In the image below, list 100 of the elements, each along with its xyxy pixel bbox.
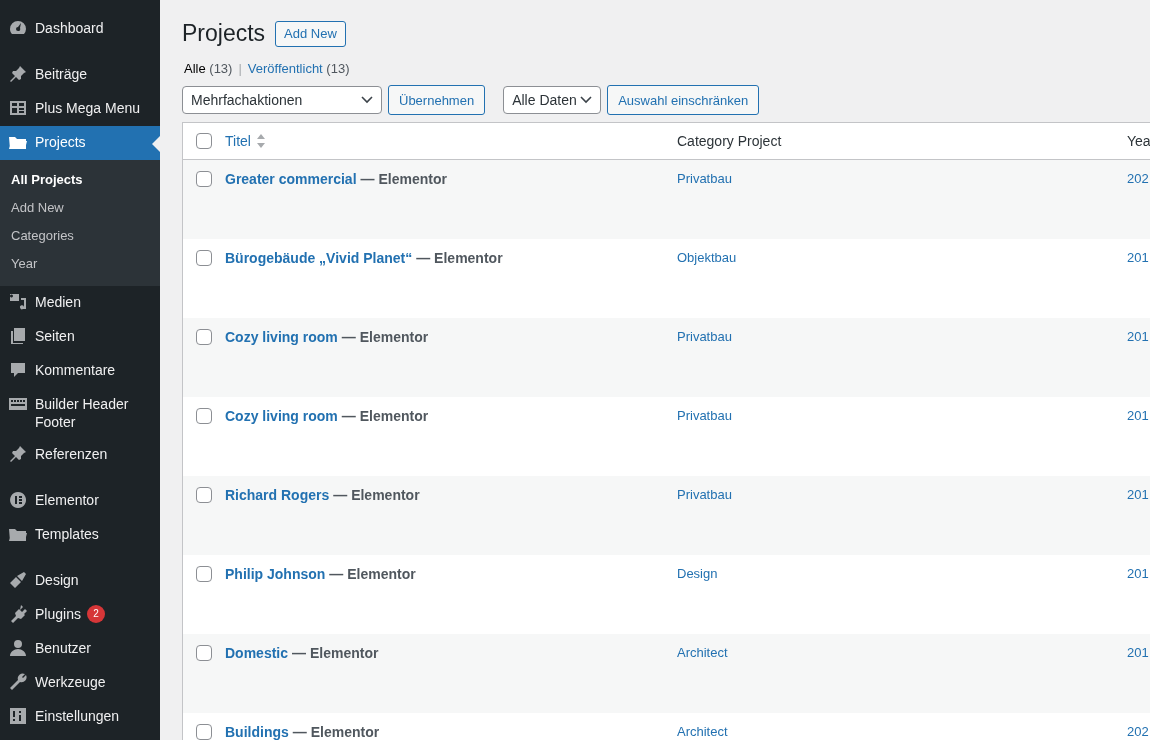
grid-icon [8,98,28,118]
select-all-checkbox[interactable] [196,133,212,149]
year-link[interactable]: 202 [1127,171,1149,186]
sidebar-label: Projects [35,133,86,151]
year-link[interactable]: 201 [1127,250,1149,265]
post-state-label: — Elementor [341,329,429,345]
row-checkbox[interactable] [196,171,212,187]
row-checkbox[interactable] [196,487,212,503]
submenu-item[interactable]: Add New [0,194,160,222]
row-checkbox[interactable] [196,250,212,266]
sidebar-item[interactable]: Werkzeuge [0,666,160,700]
post-state-label: — Elementor [292,645,379,661]
post-state-label: — Elementor [416,250,503,266]
sidebar-item[interactable]: Medien [0,286,160,320]
project-title-link[interactable]: Richard Rogers [225,487,330,503]
row-checkbox[interactable] [196,724,212,740]
sidebar-item[interactable]: Benutzer [0,632,160,666]
year-link[interactable]: 201 [1127,566,1149,581]
sidebar-item[interactable]: Seiten [0,320,160,354]
submenu-item[interactable]: Categories [0,222,160,250]
category-link[interactable]: Architect [677,645,728,660]
pin-icon [8,64,28,84]
sidebar-label: Plugins [35,605,81,623]
year-link[interactable]: 202 [1127,724,1149,739]
sidebar-label: Templates [35,525,99,543]
project-title-link[interactable]: Domestic [225,645,289,661]
sidebar-label: Elementor [35,491,99,509]
category-link[interactable]: Design [677,566,718,581]
post-state-label: — Elementor [360,171,447,187]
year-link[interactable]: 201 [1127,408,1149,423]
post-state-label: — Elementor [341,408,429,424]
sort-icon [255,133,266,149]
project-title-link[interactable]: Cozy living room [225,329,338,345]
row-checkbox[interactable] [196,329,212,345]
submenu-item[interactable]: Year [0,250,160,278]
category-link[interactable]: Privatbau [677,487,732,502]
sidebar-item[interactable]: Plus Mega Menu [0,92,160,126]
filter-view-link[interactable]: Veröffentlicht (13) [247,61,350,76]
pin-icon [8,444,28,464]
view-separator: | [238,61,242,76]
chevron-down-icon [580,96,593,104]
year-link[interactable]: 201 [1127,487,1149,502]
project-title-link[interactable]: Bürogebäude „Vivid Planet“ [225,250,413,266]
column-header: Category Project [677,133,782,149]
comment-icon [8,360,28,380]
sidebar-label: Dashboard [35,19,104,37]
project-title-link[interactable]: Buildings [225,724,289,740]
post-state-label: — Elementor [292,724,380,740]
bulk-actions-select[interactable]: Mehrfachaktionen [182,86,382,114]
sidebar-item[interactable]: Beiträge [0,58,160,92]
sidebar-label: Plus Mega Menu [35,99,141,117]
sidebar-item[interactable]: Builder Header Footer [0,388,160,438]
project-title-link[interactable]: Cozy living room [225,408,338,424]
sidebar-label: Einstellungen [35,707,120,725]
submenu-item[interactable]: All Projects [0,166,160,194]
column-header[interactable]: Titel [225,133,251,149]
filter-view-link[interactable]: Alle (13) [184,61,233,76]
page-title: Projects [182,20,266,47]
sidebar-item[interactable]: Dashboard [0,12,160,46]
category-link[interactable]: Architect [677,724,728,739]
category-link[interactable]: Privatbau [677,171,732,186]
sidebar-label: Medien [35,293,81,311]
sidebar-item[interactable]: Design [0,564,160,598]
brush-icon [8,570,28,590]
sidebar-label: Referenzen [35,445,108,463]
sidebar-label: Design [35,571,79,589]
row-checkbox[interactable] [196,566,212,582]
post-state-label: — Elementor [329,566,416,582]
row-checkbox[interactable] [196,408,212,424]
add-new-button[interactable]: Add New [275,20,346,47]
sidebar-item[interactable]: Plugins 2 [0,598,160,632]
user-icon [8,638,28,658]
sidebar-label: Builder Header Footer [35,395,130,431]
filter-button[interactable]: Auswahl einschränken [607,85,760,115]
sidebar-item[interactable]: Elementor [0,484,160,518]
sidebar-item[interactable]: Projects [0,126,160,160]
category-link[interactable]: Privatbau [677,329,732,344]
wrench-icon [8,672,28,692]
sidebar-label: Werkzeuge [35,673,106,691]
pages-icon [8,326,28,346]
project-title-link[interactable]: Greater commercial [225,171,357,187]
apply-button[interactable]: Übernehmen [388,85,486,115]
year-link[interactable]: 201 [1127,329,1149,344]
category-link[interactable]: Privatbau [677,408,732,423]
sidebar-label: Seiten [35,327,75,345]
sidebar-label: Kommentare [35,361,116,379]
sidebar-item[interactable]: Einstellungen [0,700,160,734]
year-link[interactable]: 201 [1127,645,1149,660]
category-link[interactable]: Objektbau [677,250,737,265]
sidebar-label: Benutzer [35,639,92,657]
sidebar-item[interactable]: Templates [0,518,160,552]
project-title-link[interactable]: Philip Johnson [225,566,326,582]
post-state-label: — Elementor [333,487,420,503]
sidebar-item[interactable]: Kommentare [0,354,160,388]
date-select[interactable]: Alle Daten [503,86,602,114]
current-page-arrow-icon [152,136,160,152]
chevron-down-icon [361,96,373,104]
row-checkbox[interactable] [196,645,212,661]
sidebar-item[interactable]: Referenzen [0,438,160,472]
update-count-badge: 2 [86,605,105,623]
